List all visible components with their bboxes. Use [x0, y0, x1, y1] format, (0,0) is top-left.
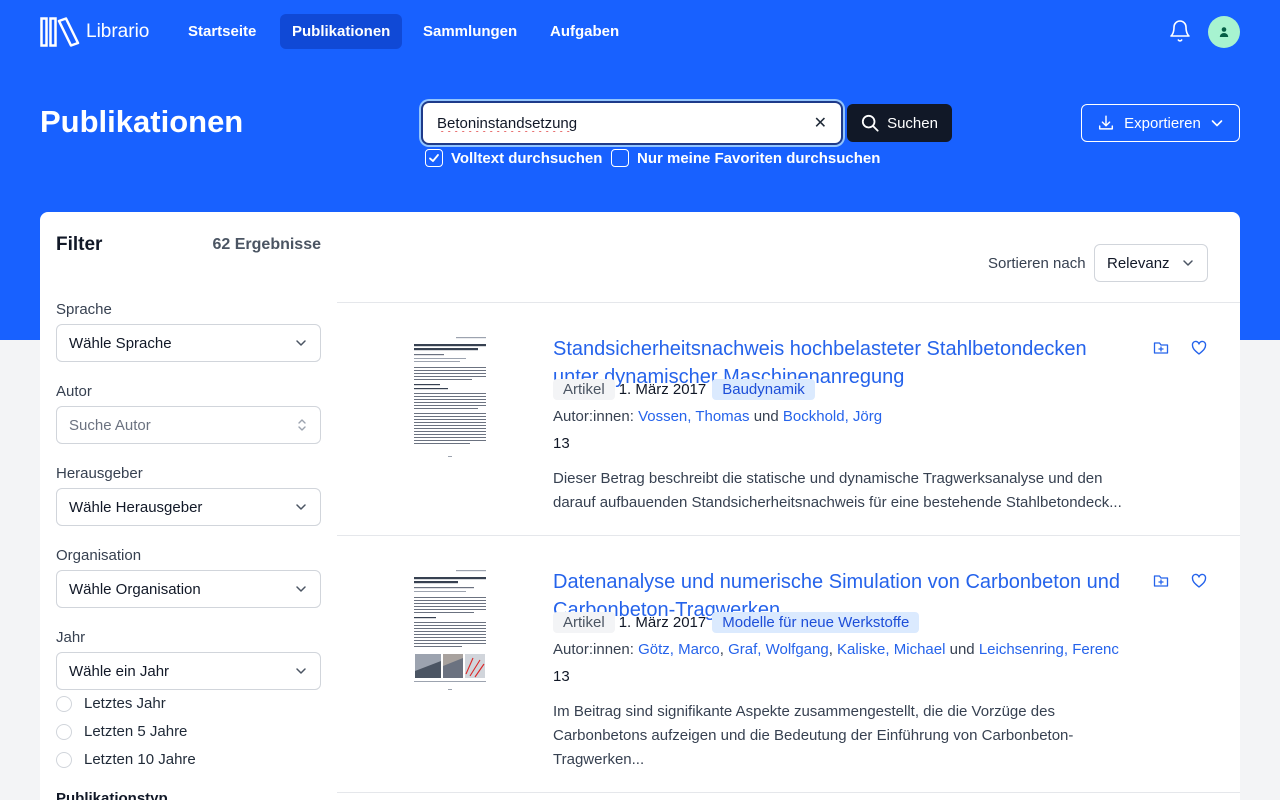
author-link[interactable]: Götz, Marco: [638, 641, 720, 658]
year-option-last-10-years[interactable]: Letzten 10 Jahre: [56, 751, 196, 768]
search-box: ✕: [423, 103, 841, 143]
publication-date: 1. März 2017: [618, 381, 707, 398]
year-select[interactable]: Wähle ein Jahr: [56, 652, 321, 690]
year-option-label: Letztes Jahr: [84, 695, 166, 712]
year-option-last-5-years[interactable]: Letzten 5 Jahre: [56, 723, 187, 740]
publisher-label: Herausgeber: [56, 465, 143, 482]
favorites-label: Nur meine Favoriten durchsuchen: [637, 149, 881, 167]
year-radio[interactable]: [56, 723, 72, 740]
publication-item: Datenanalyse und numerische Simulation v…: [337, 536, 1240, 792]
search-input[interactable]: [437, 114, 806, 132]
author-link[interactable]: Bockhold, Jörg: [783, 408, 882, 425]
author-conjunction: und: [949, 641, 975, 658]
publication-item: Standsicherheitsnachweis hochbelasteter …: [337, 303, 1240, 535]
user-avatar[interactable]: [1208, 16, 1240, 48]
type-badge: Artikel: [553, 612, 615, 633]
publication-meta: Artikel 1. März 2017 Baudynamik: [553, 379, 815, 400]
clear-search-icon[interactable]: ✕: [814, 113, 827, 133]
author-conjunction: und: [753, 408, 779, 425]
chevron-down-icon: [296, 668, 306, 674]
export-label: Exportieren: [1124, 114, 1201, 132]
results-card: Filter 62 Ergebnisse Sprache Wähle Sprac…: [40, 212, 1240, 800]
search-icon: [861, 114, 879, 132]
topic-badge[interactable]: Modelle für neue Werkstoffe: [712, 612, 920, 633]
language-select-value: Wähle Sprache: [69, 334, 172, 352]
year-option-label: Letzten 5 Jahre: [84, 723, 188, 740]
nav-aufgaben[interactable]: Aufgaben: [538, 14, 631, 49]
search-button[interactable]: Suchen: [847, 104, 952, 142]
topic-badge[interactable]: Baudynamik: [712, 379, 815, 400]
fulltext-checkbox[interactable]: [425, 149, 443, 167]
filter-title: Filter: [56, 234, 103, 255]
favorite-heart-icon[interactable]: [1191, 573, 1207, 589]
publication-date: 1. März 2017: [618, 614, 707, 631]
page-title: Publikationen: [40, 104, 244, 139]
author-link[interactable]: Kaliske, Michael: [837, 641, 945, 658]
organization-select[interactable]: Wähle Organisation: [56, 570, 321, 608]
export-button[interactable]: Exportieren: [1081, 104, 1240, 142]
author-placeholder: Suche Autor: [69, 416, 151, 434]
brand-logo[interactable]: Librario: [40, 17, 149, 47]
year-radio[interactable]: [56, 695, 72, 712]
nav-publikationen[interactable]: Publikationen: [280, 14, 403, 49]
chevron-down-icon: [296, 340, 306, 346]
chevron-down-icon: [1183, 260, 1193, 266]
publication-meta: Artikel 1. März 2017 Modelle für neue We…: [553, 612, 920, 633]
library-books-icon: [40, 17, 80, 47]
result-count: 62 Ergebnisse: [212, 236, 322, 253]
user-icon: [1219, 27, 1229, 37]
publication-abstract: Dieser Betrag beschreibt die statische u…: [553, 470, 1122, 511]
brand-name: Librario: [86, 21, 150, 42]
authors-label: Autor:innen:: [553, 641, 634, 658]
organization-label: Organisation: [56, 547, 142, 564]
check-icon: [429, 154, 439, 162]
search-button-label: Suchen: [887, 114, 938, 132]
chevron-down-icon: [1211, 120, 1223, 127]
nav-startseite[interactable]: Startseite: [176, 14, 268, 49]
author-combobox[interactable]: Suche Autor: [56, 406, 321, 444]
chevron-down-icon: [296, 504, 306, 510]
publication-authors: Autor:innen: Vossen, Thomas und Bockhold…: [553, 408, 882, 425]
publication-abstract: Im Beitrag sind signifikante Aspekte zus…: [553, 703, 1074, 768]
favorite-heart-icon[interactable]: [1191, 340, 1207, 356]
favorites-option[interactable]: Nur meine Favoriten durchsuchen: [611, 149, 880, 167]
add-to-collection-icon[interactable]: [1153, 573, 1169, 589]
year-option-last-year[interactable]: Letztes Jahr: [56, 695, 166, 712]
nav-sammlungen[interactable]: Sammlungen: [411, 14, 529, 49]
chevron-up-down-icon: [298, 419, 306, 431]
notifications-bell-icon[interactable]: [1168, 19, 1192, 48]
add-to-collection-icon[interactable]: [1153, 340, 1169, 356]
sort-select[interactable]: Relevanz: [1094, 244, 1208, 282]
organization-select-value: Wähle Organisation: [69, 580, 201, 598]
favorites-checkbox[interactable]: [611, 149, 629, 167]
author-link[interactable]: Vossen, Thomas: [638, 408, 749, 425]
publication-pages: 13: [553, 668, 570, 685]
publisher-select-value: Wähle Herausgeber: [69, 498, 203, 516]
language-select[interactable]: Wähle Sprache: [56, 324, 321, 362]
publication-pages: 13: [553, 435, 570, 452]
download-icon: [1099, 115, 1114, 130]
fulltext-label: Volltext durchsuchen: [451, 149, 603, 167]
publication-thumbnail[interactable]: [410, 333, 490, 461]
type-badge: Artikel: [553, 379, 615, 400]
sort-label: Sortieren nach: [988, 255, 1086, 272]
language-label: Sprache: [56, 301, 112, 318]
sort-select-value: Relevanz: [1107, 254, 1170, 272]
author-link[interactable]: Graf, Wolfgang: [728, 641, 829, 658]
publication-authors: Autor:innen: Götz, Marco, Graf, Wolfgang…: [553, 641, 1119, 658]
year-option-label: Letzten 10 Jahre: [84, 751, 196, 768]
author-link[interactable]: Leichsenring, Ferenc: [979, 641, 1119, 658]
author-label: Autor: [56, 383, 92, 400]
fulltext-option[interactable]: Volltext durchsuchen: [425, 149, 602, 167]
divider: [337, 792, 1240, 793]
year-label: Jahr: [56, 629, 86, 646]
authors-label: Autor:innen:: [553, 408, 634, 425]
chevron-down-icon: [296, 586, 306, 592]
pubtype-label: Publikationstyp: [56, 790, 168, 800]
publisher-select[interactable]: Wähle Herausgeber: [56, 488, 321, 526]
year-select-value: Wähle ein Jahr: [69, 662, 170, 680]
year-radio[interactable]: [56, 751, 72, 768]
publication-thumbnail[interactable]: [410, 566, 490, 694]
top-navigation: Librario Startseite Publikationen Sammlu…: [0, 0, 1280, 64]
